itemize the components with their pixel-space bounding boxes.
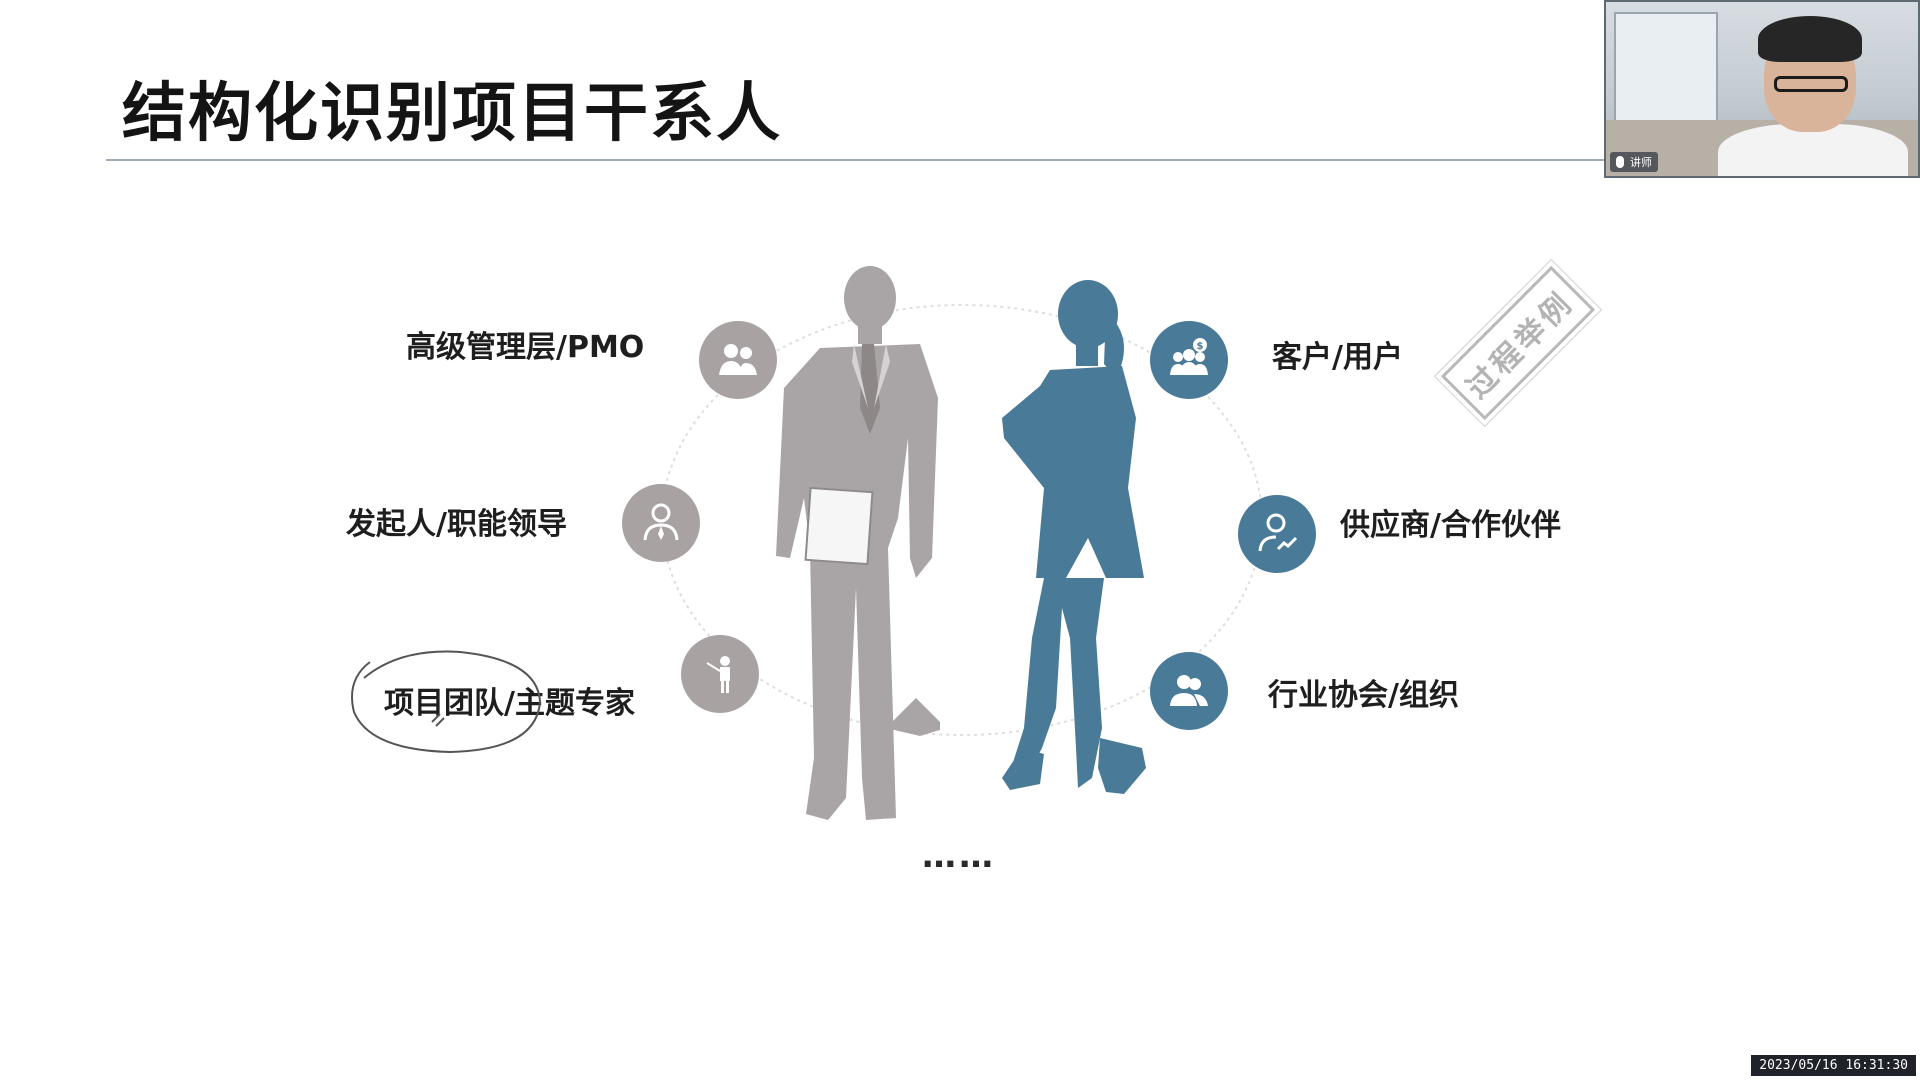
recording-timestamp: 2023/05/16 16:31:30 <box>1751 1055 1916 1076</box>
webcam-name-bar: 讲师 <box>1610 152 1658 172</box>
presenter-glasses <box>1774 76 1848 92</box>
label-sponsor-functional-leader: 发起人/职能领导 <box>346 507 567 542</box>
label-senior-management-pmo: 高级管理层/PMO <box>406 330 645 365</box>
webcam-name-tag: 讲师 <box>1630 156 1652 169</box>
association-icon <box>1150 652 1228 730</box>
annotation-ellipse <box>351 650 542 754</box>
background-window <box>1614 12 1718 126</box>
microphone-icon[interactable] <box>1616 156 1624 168</box>
female-businesswoman-silhouette <box>1002 280 1146 794</box>
webcam-preview[interactable]: 讲师 <box>1604 0 1920 178</box>
more-stakeholders-ellipsis: …… <box>922 836 996 876</box>
leader-icon <box>622 484 700 562</box>
label-suppliers-partners: 供应商/合作伙伴 <box>1340 508 1561 543</box>
male-businessman-silhouette <box>776 266 940 820</box>
svg-text:$: $ <box>1197 341 1204 352</box>
label-customers-users: 客户/用户 <box>1272 340 1403 375</box>
label-industry-associations: 行业协会/组织 <box>1268 678 1459 713</box>
presenter-hair <box>1758 16 1862 62</box>
customers-dollar-icon: $ <box>1150 321 1228 399</box>
presenter-body <box>1718 124 1908 176</box>
presenter-icon <box>681 635 759 713</box>
partner-growth-icon <box>1238 495 1316 573</box>
presentation-slide: 结构化识别项目干系人 $ 高级管理层/PMO 发起人/职能领导 项目团队/主题专… <box>0 0 1920 1080</box>
executives-icon <box>699 321 777 399</box>
